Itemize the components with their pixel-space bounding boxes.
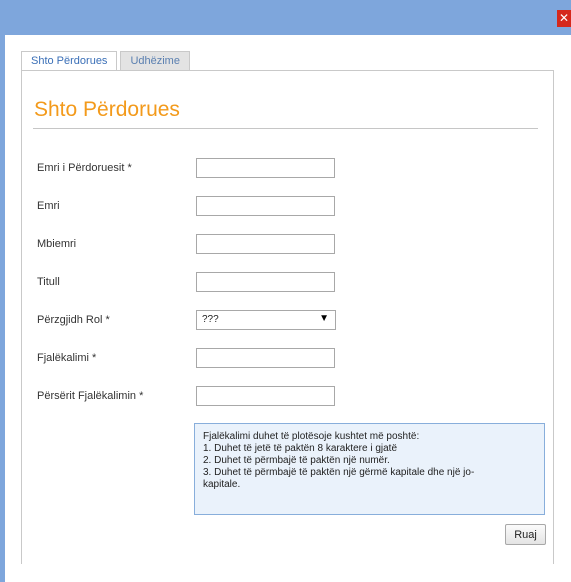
password-rule: 3. Duhet të përmbajë të paktën një gërmë… <box>203 467 475 478</box>
password-rule: kapitale. <box>203 479 241 490</box>
password-rule: 1. Duhet të jetë të paktën 8 karaktere i… <box>203 443 398 454</box>
role-label: Përzgjidh Rol * <box>37 314 110 326</box>
close-icon: ✕ <box>558 11 570 25</box>
password-input[interactable] <box>196 348 335 368</box>
role-select-value: ??? <box>202 314 219 325</box>
close-button[interactable]: ✕ <box>557 10 571 27</box>
firstname-input[interactable] <box>196 196 335 216</box>
firstname-label: Emri <box>37 200 60 212</box>
password-label: Fjalëkalimi * <box>37 352 97 364</box>
password-rules-intro: Fjalëkalimi duhet të plotësoje kushtet m… <box>203 431 420 442</box>
lastname-label: Mbiemri <box>37 238 77 250</box>
dialog-frame <box>0 35 5 582</box>
username-label: Emri i Përdoruesit * <box>37 162 132 174</box>
save-button[interactable]: Ruaj <box>505 524 546 545</box>
tab-instructions[interactable]: Udhëzime <box>120 51 190 70</box>
tab-add-user[interactable]: Shto Përdorues <box>21 51 118 71</box>
password-rule: 2. Duhet të përmbajë të paktën një numër… <box>203 455 390 466</box>
dropdown-arrow-icon: ▼ <box>319 313 329 324</box>
confirm-password-label: Përsërit Fjalëkalimin * <box>37 390 144 402</box>
page-title: Shto Përdorues <box>34 98 180 121</box>
password-rules-box: Fjalëkalimi duhet të plotësoje kushtet m… <box>194 423 545 515</box>
role-select[interactable]: ??? ▼ <box>196 310 336 330</box>
confirm-password-input[interactable] <box>196 386 335 406</box>
title-divider <box>33 128 538 129</box>
title-input[interactable] <box>196 272 335 292</box>
title-label: Titull <box>37 276 60 288</box>
lastname-input[interactable] <box>196 234 335 254</box>
dialog-titlebar <box>0 0 571 35</box>
tab-bar: Shto Përdorues Udhëzime <box>21 51 193 71</box>
username-input[interactable] <box>196 158 335 178</box>
